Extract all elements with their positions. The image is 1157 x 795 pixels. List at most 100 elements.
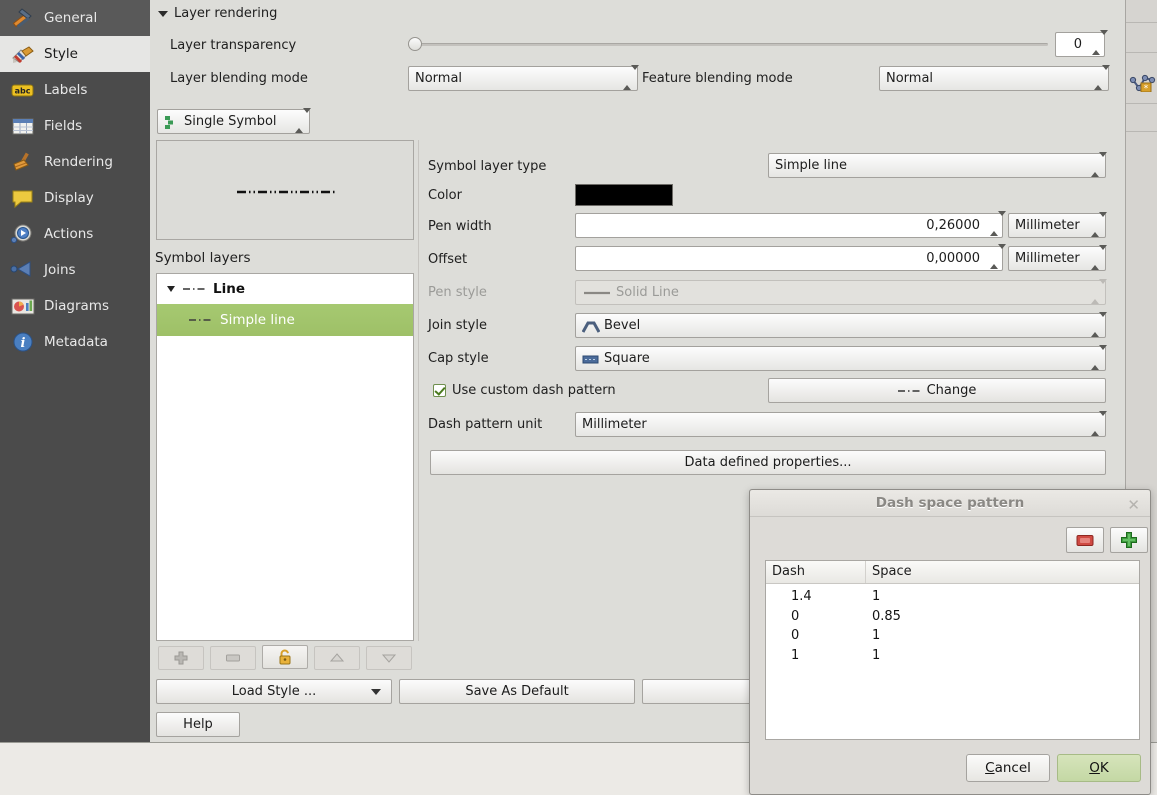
use-custom-dash-checkbox[interactable] — [433, 384, 446, 397]
sidebar-label: Rendering — [44, 154, 113, 170]
dash-pattern-unit-combo[interactable]: Millimeter — [575, 411, 1107, 437]
properties-sidebar[interactable]: General Style abc Labels Fields Renderin… — [0, 0, 150, 742]
symbol-layers-tree[interactable]: Line Simple line — [156, 273, 414, 641]
help-label: Help — [183, 717, 213, 732]
chevron-down-icon[interactable] — [1094, 65, 1110, 90]
cell-dash[interactable]: 0 — [766, 608, 866, 628]
change-dash-pattern-button[interactable]: Change — [768, 378, 1106, 403]
move-down-button[interactable] — [366, 646, 412, 670]
data-defined-properties-button[interactable]: Data defined properties... — [430, 450, 1106, 475]
chevron-down-icon[interactable] — [1091, 411, 1107, 436]
chevron-down-icon[interactable] — [371, 689, 381, 695]
join-style-combo[interactable]: Bevel — [575, 312, 1107, 338]
cancel-button[interactable]: Cancel — [966, 754, 1050, 782]
sidebar-label: General — [44, 10, 98, 26]
offset-label: Offset — [428, 252, 468, 267]
chevron-down-icon[interactable] — [623, 65, 639, 90]
symbol-layer-type-combo[interactable]: Simple line — [768, 152, 1107, 178]
chevron-down-icon[interactable] — [1091, 312, 1107, 337]
layer-blending-mode-combo[interactable]: Normal — [408, 65, 639, 91]
color-swatch-button[interactable] — [575, 184, 673, 206]
sidebar-item-fields[interactable]: Fields — [0, 108, 150, 144]
save-as-default-button[interactable]: Save As Default — [399, 679, 635, 704]
cell-space[interactable]: 1 — [866, 627, 880, 647]
add-row-button[interactable] — [1110, 527, 1148, 553]
chevron-down-icon[interactable] — [295, 108, 311, 133]
abc-icon: abc — [8, 77, 38, 103]
cell-space[interactable]: 0.85 — [866, 608, 901, 628]
move-up-button[interactable] — [314, 646, 360, 670]
spinner-arrows-icon[interactable] — [990, 244, 1006, 269]
dialog-title: Dash space pattern — [875, 495, 1025, 511]
add-line-feature-icon[interactable]: * — [1129, 62, 1156, 92]
layer-transparency-slider[interactable] — [412, 43, 1048, 46]
cell-space[interactable]: 1 — [866, 588, 880, 608]
offset-spinbox[interactable]: 0,00000 — [575, 244, 1006, 271]
layer-rendering-section-header[interactable]: Layer rendering — [158, 6, 277, 21]
add-symbol-layer-button[interactable] — [158, 646, 204, 670]
close-icon[interactable]: ✕ — [1127, 496, 1140, 514]
chevron-down-icon[interactable] — [1091, 245, 1107, 270]
renderer-type-combo[interactable]: Single Symbol — [157, 108, 311, 134]
tree-row-simple-line[interactable]: Simple line — [157, 304, 413, 336]
sidebar-item-display[interactable]: Display — [0, 180, 150, 216]
sidebar-item-general[interactable]: General — [0, 0, 150, 36]
plus-icon — [174, 651, 188, 665]
chevron-down-icon[interactable] — [1091, 345, 1107, 370]
dash-space-table[interactable]: Dash Space 1.4 1 0 0.85 0 1 1 1 — [765, 560, 1140, 740]
renderer-type-value: Single Symbol — [184, 114, 277, 129]
remove-symbol-layer-button[interactable] — [210, 646, 256, 670]
tree-row-line[interactable]: Line — [157, 274, 413, 304]
sidebar-item-style[interactable]: Style — [0, 36, 150, 72]
expand-chevron-icon[interactable] — [167, 286, 175, 292]
table-row[interactable]: 1 1 — [766, 647, 1139, 667]
cell-dash[interactable]: 1.4 — [766, 588, 866, 608]
help-button[interactable]: Help — [156, 712, 240, 737]
ok-mnemonic: O — [1089, 760, 1100, 776]
cell-dash[interactable]: 1 — [766, 647, 866, 667]
spinner-arrows-icon[interactable] — [1092, 30, 1108, 55]
line-symbol-icon — [189, 319, 211, 321]
sidebar-item-joins[interactable]: Joins — [0, 252, 150, 288]
line-symbol-icon — [183, 288, 205, 290]
sidebar-item-actions[interactable]: Actions — [0, 216, 150, 252]
layer-transparency-spinbox[interactable]: 0 — [1055, 30, 1108, 57]
spinner-arrows-icon[interactable] — [990, 211, 1006, 236]
cell-dash[interactable]: 0 — [766, 627, 866, 647]
dialog-title-bar[interactable]: Dash space pattern — [750, 490, 1150, 517]
sidebar-item-metadata[interactable]: i Metadata — [0, 324, 150, 360]
symbol-layer-type-value: Simple line — [775, 158, 847, 173]
sidebar-item-rendering[interactable]: Rendering — [0, 144, 150, 180]
layer-transparency-slider-handle[interactable] — [408, 37, 422, 51]
feature-blending-mode-combo[interactable]: Normal — [879, 65, 1110, 91]
join-icon — [8, 257, 38, 283]
ok-button[interactable]: OK — [1057, 754, 1141, 782]
chart-icon — [8, 293, 38, 319]
speech-icon — [8, 185, 38, 211]
section-title: Layer rendering — [174, 6, 278, 21]
pen-width-unit-combo[interactable]: Millimeter — [1008, 212, 1107, 238]
column-header-dash[interactable]: Dash — [766, 561, 866, 583]
pen-width-spinbox[interactable]: 0,26000 — [575, 211, 1006, 238]
lock-colors-button[interactable] — [262, 645, 308, 669]
remove-row-button[interactable] — [1066, 527, 1104, 553]
cap-style-combo[interactable]: Square — [575, 345, 1107, 371]
dash-pattern-unit-value: Millimeter — [582, 417, 647, 432]
offset-unit-combo[interactable]: Millimeter — [1008, 245, 1107, 271]
add-row-icon — [1121, 532, 1137, 548]
table-row[interactable]: 1.4 1 — [766, 588, 1139, 608]
pen-width-unit-value: Millimeter — [1015, 218, 1080, 233]
cancel-label-rest: ancel — [994, 760, 1031, 776]
sidebar-item-diagrams[interactable]: Diagrams — [0, 288, 150, 324]
chevron-down-icon[interactable] — [1091, 152, 1107, 177]
cell-space[interactable]: 1 — [866, 647, 880, 667]
column-header-space[interactable]: Space — [866, 561, 912, 583]
table-row[interactable]: 0 1 — [766, 627, 1139, 647]
sidebar-item-labels[interactable]: abc Labels — [0, 72, 150, 108]
layer-blending-mode-label: Layer blending mode — [170, 71, 308, 86]
join-style-label: Join style — [428, 318, 487, 333]
load-style-button[interactable]: Load Style ... — [156, 679, 392, 704]
chevron-down-icon[interactable] — [1091, 212, 1107, 237]
pen-style-combo: Solid Line — [575, 279, 1107, 305]
table-row[interactable]: 0 0.85 — [766, 608, 1139, 628]
